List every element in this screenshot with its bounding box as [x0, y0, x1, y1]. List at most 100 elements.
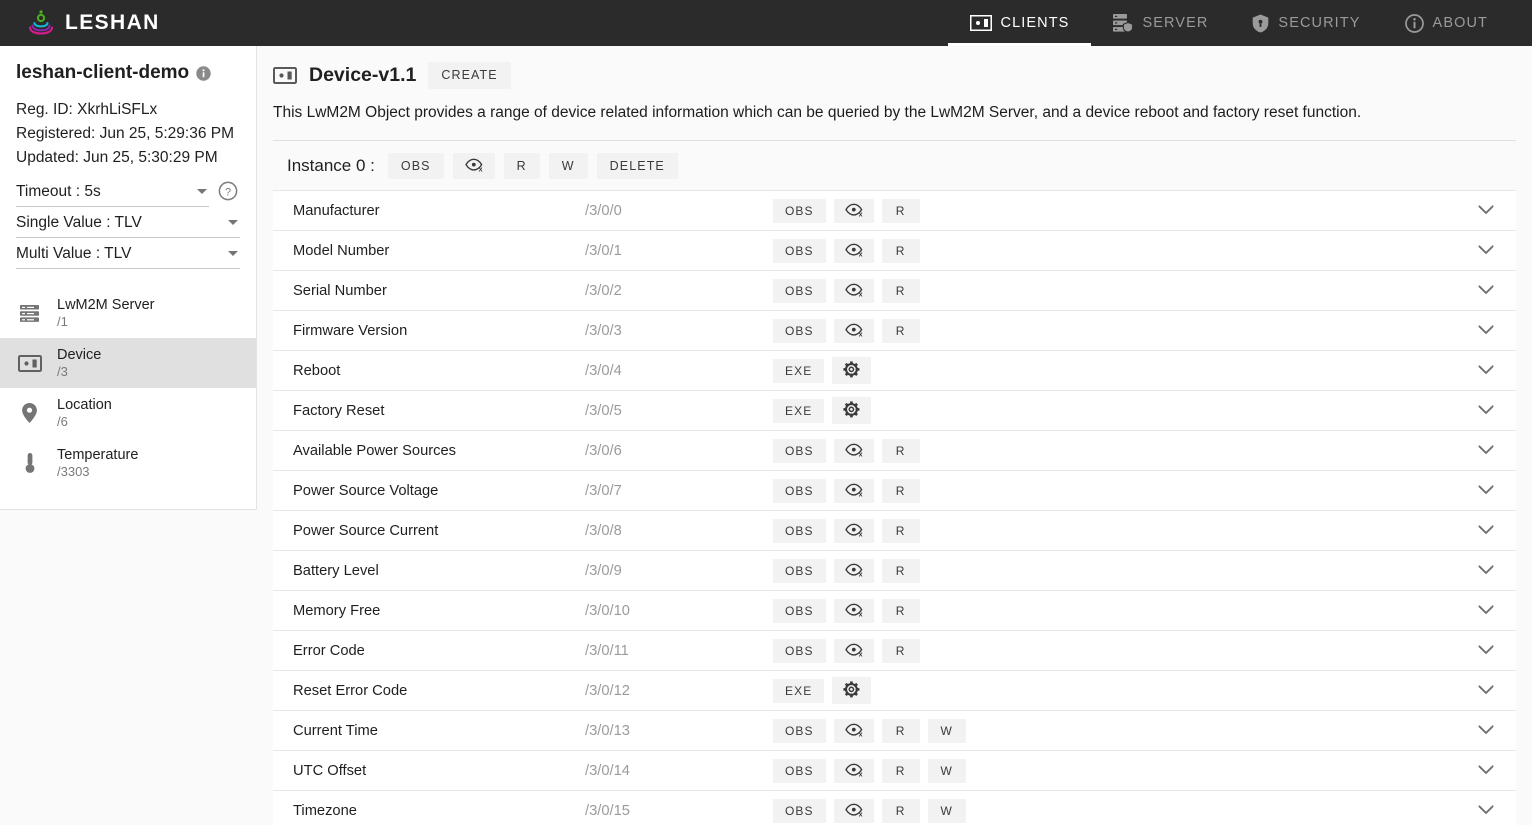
resource-cancel-observe-button[interactable]: x — [833, 518, 874, 543]
resource-execute-settings-button[interactable] — [832, 357, 872, 385]
resource-cancel-observe-button[interactable]: x — [833, 278, 874, 303]
resource-cancel-observe-button[interactable]: x — [833, 198, 874, 223]
sidebar-item-device[interactable]: Device /3 — [0, 338, 256, 388]
row-expand-toggle[interactable] — [1456, 482, 1516, 500]
row-expand-toggle[interactable] — [1456, 442, 1516, 460]
sidebar-item-lwm2m-server[interactable]: LwM2M Server /1 — [0, 288, 256, 338]
table-row[interactable]: Power Source Current/3/0/8 OBS x R — [273, 511, 1516, 552]
table-row[interactable]: Available Power Sources/3/0/6 OBS x R — [273, 431, 1516, 472]
resource-execute-button[interactable]: EXE — [773, 358, 825, 383]
resource-read-button[interactable]: R — [881, 598, 920, 623]
table-row[interactable]: Error Code/3/0/11 OBS x R — [273, 631, 1516, 672]
row-expand-toggle[interactable] — [1456, 722, 1516, 740]
resource-read-button[interactable]: R — [881, 718, 920, 743]
resource-observe-button[interactable]: OBS — [773, 718, 826, 743]
resource-execute-settings-button[interactable] — [832, 397, 872, 425]
table-row[interactable]: Manufacturer/3/0/0 OBS x R — [273, 191, 1516, 232]
row-expand-toggle[interactable] — [1456, 282, 1516, 300]
resource-observe-button[interactable]: OBS — [773, 478, 826, 503]
row-expand-toggle[interactable] — [1456, 402, 1516, 420]
table-row[interactable]: Reset Error Code/3/0/12 EXE — [273, 671, 1516, 712]
help-circle-icon[interactable]: ? — [218, 181, 238, 201]
resource-execute-button[interactable]: EXE — [773, 678, 825, 703]
row-expand-toggle[interactable] — [1456, 362, 1516, 380]
resource-cancel-observe-button[interactable]: x — [833, 598, 874, 623]
timeout-select[interactable]: Timeout : 5s — [16, 176, 209, 207]
table-row[interactable]: Factory Reset/3/0/5 EXE — [273, 391, 1516, 432]
single-value-format-select[interactable]: Single Value : TLV — [16, 207, 240, 238]
row-expand-toggle[interactable] — [1456, 522, 1516, 540]
resource-observe-button[interactable]: OBS — [773, 638, 826, 663]
row-expand-toggle[interactable] — [1456, 602, 1516, 620]
sidebar-item-location[interactable]: Location /6 — [0, 388, 256, 438]
resource-read-button[interactable]: R — [881, 558, 920, 583]
table-row[interactable]: Firmware Version/3/0/3 OBS x R — [273, 311, 1516, 352]
resource-execute-button[interactable]: EXE — [773, 398, 825, 423]
resource-read-button[interactable]: R — [881, 798, 920, 823]
resource-observe-button[interactable]: OBS — [773, 198, 826, 223]
resource-read-button[interactable]: R — [881, 278, 920, 303]
multi-value-format-select[interactable]: Multi Value : TLV — [16, 238, 240, 269]
nav-tab-server[interactable]: SERVER — [1091, 0, 1230, 46]
table-row[interactable]: Current Time/3/0/13 OBS x R W — [273, 711, 1516, 752]
resource-observe-button[interactable]: OBS — [773, 238, 826, 263]
resource-read-button[interactable]: R — [881, 638, 920, 663]
table-row[interactable]: Power Source Voltage/3/0/7 OBS x R — [273, 471, 1516, 512]
sidebar-item-temperature[interactable]: Temperature /3303 — [0, 438, 256, 488]
resource-execute-settings-button[interactable] — [832, 677, 872, 705]
resource-cancel-observe-button[interactable]: x — [833, 718, 874, 743]
table-row[interactable]: Reboot/3/0/4 EXE — [273, 351, 1516, 392]
resource-read-button[interactable]: R — [881, 198, 920, 223]
create-button[interactable]: CREATE — [428, 62, 511, 89]
resource-read-button[interactable]: R — [881, 758, 920, 783]
resource-observe-button[interactable]: OBS — [773, 278, 826, 303]
object-description: This LwM2M Object provides a range of de… — [273, 103, 1362, 121]
row-expand-toggle[interactable] — [1456, 682, 1516, 700]
row-expand-toggle[interactable] — [1456, 562, 1516, 580]
resource-read-button[interactable]: R — [881, 438, 920, 463]
table-row[interactable]: UTC Offset/3/0/14 OBS x R W — [273, 751, 1516, 792]
resource-read-button[interactable]: R — [881, 478, 920, 503]
resource-read-button[interactable]: R — [881, 238, 920, 263]
table-row[interactable]: Timezone/3/0/15 OBS x R W — [273, 791, 1516, 825]
resource-cancel-observe-button[interactable]: x — [833, 758, 874, 783]
nav-tab-about[interactable]: ABOUT — [1383, 0, 1510, 46]
resource-observe-button[interactable]: OBS — [773, 438, 826, 463]
instance-write-button[interactable]: W — [548, 152, 588, 180]
resource-observe-button[interactable]: OBS — [773, 518, 826, 543]
instance-read-button[interactable]: R — [503, 152, 540, 180]
nav-tab-clients[interactable]: CLIENTS — [947, 0, 1092, 46]
row-expand-toggle[interactable] — [1456, 202, 1516, 220]
row-expand-toggle[interactable] — [1456, 642, 1516, 660]
resource-read-button[interactable]: R — [881, 318, 920, 343]
instance-cancel-observe-button[interactable]: x — [452, 152, 495, 180]
instance-observe-button[interactable]: OBS — [387, 152, 444, 180]
resource-cancel-observe-button[interactable]: x — [833, 478, 874, 503]
resource-observe-button[interactable]: OBS — [773, 598, 826, 623]
row-expand-toggle[interactable] — [1456, 802, 1516, 820]
info-icon[interactable] — [196, 65, 211, 81]
resource-observe-button[interactable]: OBS — [773, 318, 826, 343]
resource-cancel-observe-button[interactable]: x — [833, 238, 874, 263]
row-expand-toggle[interactable] — [1456, 762, 1516, 780]
table-row[interactable]: Serial Number/3/0/2 OBS x R — [273, 271, 1516, 312]
table-row[interactable]: Model Number/3/0/1 OBS x R — [273, 231, 1516, 272]
resource-observe-button[interactable]: OBS — [773, 758, 826, 783]
resource-cancel-observe-button[interactable]: x — [833, 798, 874, 823]
nav-tab-security[interactable]: SECURITY — [1230, 0, 1382, 46]
resource-cancel-observe-button[interactable]: x — [833, 558, 874, 583]
resource-cancel-observe-button[interactable]: x — [833, 438, 874, 463]
row-expand-toggle[interactable] — [1456, 322, 1516, 340]
resource-cancel-observe-button[interactable]: x — [833, 638, 874, 663]
table-row[interactable]: Memory Free/3/0/10 OBS x R — [273, 591, 1516, 632]
resource-observe-button[interactable]: OBS — [773, 798, 826, 823]
resource-observe-button[interactable]: OBS — [773, 558, 826, 583]
resource-write-button[interactable]: W — [927, 718, 966, 743]
resource-read-button[interactable]: R — [881, 518, 920, 543]
resource-write-button[interactable]: W — [927, 798, 966, 823]
resource-cancel-observe-button[interactable]: x — [833, 318, 874, 343]
instance-delete-button[interactable]: DELETE — [596, 152, 678, 180]
row-expand-toggle[interactable] — [1456, 242, 1516, 260]
table-row[interactable]: Battery Level/3/0/9 OBS x R — [273, 551, 1516, 592]
resource-write-button[interactable]: W — [927, 758, 966, 783]
